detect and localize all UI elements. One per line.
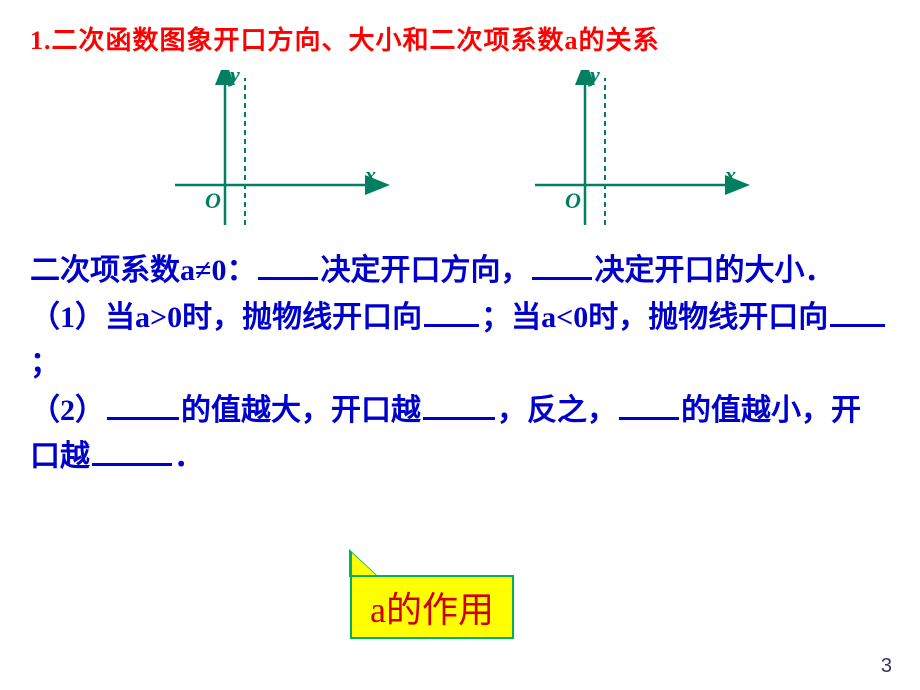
text-body: 二次项系数a≠0： 决定开口方向， 决定开口的大小． （1）当a>0时，抛物线开口向… xyxy=(0,248,920,481)
blank-fill xyxy=(619,394,679,420)
callout-box: a的作用 xyxy=(350,575,514,639)
graphs-container: y x O y x O xyxy=(0,70,920,230)
text-part: （2） xyxy=(30,394,105,427)
blank-fill xyxy=(424,301,479,327)
text-part: ，反之， xyxy=(497,394,617,427)
x-axis-label: x xyxy=(724,162,736,187)
text-part: 决定开口的大小． xyxy=(594,254,834,287)
page-number: 3 xyxy=(881,655,892,678)
text-part: ；当a<0时，抛物线开口向 xyxy=(481,301,828,334)
origin-label: O xyxy=(565,188,581,213)
blank-fill xyxy=(532,254,592,280)
text-part: ； xyxy=(30,347,60,380)
x-axis-label: x xyxy=(364,162,376,187)
text-part: ． xyxy=(174,440,204,473)
blank-fill xyxy=(107,394,179,420)
blank-fill xyxy=(258,254,318,280)
y-axis-label: y xyxy=(587,70,600,87)
section-title: 1.二次函数图象开口方向、大小和二次项系数a的关系 xyxy=(0,0,920,65)
origin-label: O xyxy=(205,188,221,213)
blank-fill xyxy=(830,301,885,327)
y-axis-label: y xyxy=(227,70,240,87)
coordinate-graph-right: y x O xyxy=(530,70,750,230)
text-part: 的值越大，开口越 xyxy=(181,394,421,427)
text-part: 决定开口方向， xyxy=(320,254,530,287)
coordinate-graph-left: y x O xyxy=(170,70,390,230)
blank-fill xyxy=(92,440,172,466)
callout-container: a的作用 xyxy=(350,575,514,639)
text-part: （1）当a>0时，抛物线开口向 xyxy=(30,301,422,334)
callout-arrow xyxy=(352,553,378,577)
blank-fill xyxy=(423,394,495,420)
text-part: 二次项系数a≠0： xyxy=(30,254,256,287)
